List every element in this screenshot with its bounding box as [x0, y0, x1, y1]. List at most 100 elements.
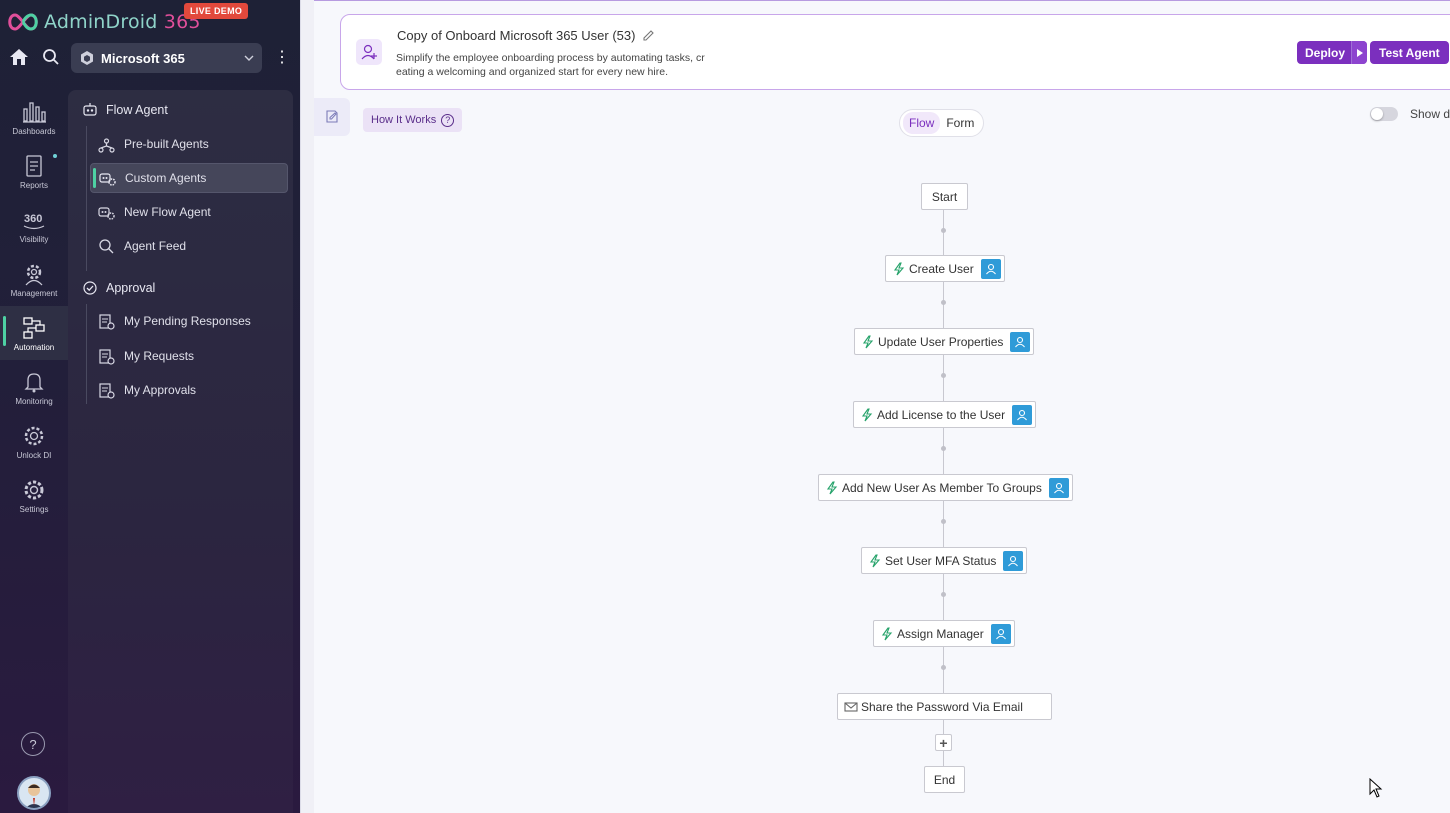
tree-line — [86, 126, 87, 271]
sidebar-item-agent-feed[interactable]: Agent Feed — [90, 231, 288, 261]
nav-monitoring[interactable]: Monitoring — [0, 360, 68, 414]
add-step-button[interactable]: + — [935, 734, 952, 751]
tab-flow[interactable]: Flow — [903, 112, 941, 134]
lightning-icon — [869, 553, 881, 567]
connector-dot — [941, 300, 946, 305]
agent-header-card: Copy of Onboard Microsoft 365 User (53) … — [340, 14, 1450, 90]
tenant-name: Microsoft 365 — [101, 50, 185, 66]
brand-name: AdminDroid 365 — [44, 11, 201, 33]
connector-dot — [941, 592, 946, 597]
robot-add-icon — [98, 206, 115, 220]
unlock-icon — [24, 426, 44, 445]
flow-step-assign-manager[interactable]: Assign Manager — [873, 620, 1015, 647]
edit-note-icon — [326, 110, 338, 123]
more-options-icon[interactable]: ⋮ — [274, 49, 290, 67]
play-icon[interactable] — [1351, 41, 1368, 64]
nav-automation[interactable]: Automation — [0, 306, 68, 360]
rail-divider — [300, 0, 314, 813]
nav-reports[interactable]: Reports — [0, 144, 68, 198]
tab-form[interactable]: Form — [940, 112, 980, 134]
left-navigation: AdminDroid 365 LIVE DEMO Microsoft 365 ⋮… — [0, 0, 300, 813]
deploy-button[interactable]: Deploy — [1297, 41, 1368, 64]
agent-description: Simplify the employee onboarding process… — [396, 52, 705, 78]
show-details-toggle[interactable]: Show d — [1370, 107, 1450, 121]
pending-doc-icon — [99, 313, 115, 330]
lightning-icon — [893, 261, 905, 275]
360-visibility-icon: 360 — [23, 213, 45, 229]
flow-step-add-to-groups[interactable]: Add New User As Member To Groups — [818, 474, 1073, 501]
lightning-icon — [881, 626, 893, 640]
flow-start-node[interactable]: Start — [921, 183, 968, 210]
search-icon[interactable] — [40, 46, 62, 68]
approver-user-icon[interactable] — [1012, 404, 1033, 425]
user-avatar-icon — [25, 784, 43, 808]
robot-gear-icon — [99, 172, 116, 186]
tenant-selector[interactable]: Microsoft 365 — [71, 43, 262, 73]
approver-user-icon[interactable] — [990, 623, 1011, 644]
sidebar-item-new-flow-agent[interactable]: New Flow Agent — [90, 197, 288, 227]
lightning-icon — [861, 407, 873, 421]
agent-title: Copy of Onboard Microsoft 365 User (53) — [397, 28, 655, 43]
nav-settings[interactable]: Settings — [0, 468, 68, 522]
connector-dot — [941, 228, 946, 233]
nav-dashboards[interactable]: Dashboards — [0, 90, 68, 144]
svg-text:360: 360 — [24, 213, 42, 225]
toggle-switch[interactable] — [1370, 107, 1398, 121]
question-icon: ? — [441, 113, 455, 127]
check-circle-icon — [83, 281, 97, 295]
automation-icon — [23, 316, 45, 339]
sidebar-item-my-pending-responses[interactable]: My Pending Responses — [90, 306, 288, 336]
avatar[interactable] — [17, 776, 51, 810]
approver-user-icon[interactable] — [1010, 331, 1031, 352]
top-icons — [8, 46, 62, 68]
how-it-works-button[interactable]: How It Works ? — [363, 108, 463, 132]
top-border — [314, 0, 1450, 1]
infinity-logo-icon — [8, 13, 38, 31]
approver-user-icon[interactable] — [1048, 477, 1069, 498]
live-demo-badge: LIVE DEMO — [184, 3, 249, 19]
nav-visibility[interactable]: 360 Visibility — [0, 198, 68, 252]
notification-dot — [53, 154, 57, 158]
notes-button[interactable] — [314, 98, 350, 136]
flow-step-create-user[interactable]: Create User — [885, 255, 1005, 282]
sidebar-item-my-requests[interactable]: My Requests — [90, 341, 288, 371]
brand-logo[interactable]: AdminDroid 365 — [6, 8, 201, 36]
nav-unlock-di[interactable]: Unlock DI — [0, 414, 68, 468]
sidebar-item-my-approvals[interactable]: My Approvals — [90, 375, 288, 405]
settings-gear-icon — [24, 480, 44, 499]
connector-dot — [941, 519, 946, 524]
sidebar-item-custom-agents[interactable]: Custom Agents — [90, 163, 288, 193]
connector-dot — [941, 665, 946, 670]
home-icon[interactable] — [8, 46, 30, 68]
view-toggle: Flow Form — [899, 109, 985, 137]
nav-management[interactable]: Management — [0, 252, 68, 306]
edit-pencil-icon[interactable] — [643, 30, 655, 41]
robot-icon — [83, 103, 97, 116]
connector-dot — [941, 446, 946, 451]
agent-editor: Copy of Onboard Microsoft 365 User (53) … — [314, 0, 1450, 813]
reports-icon — [26, 154, 42, 177]
lightning-icon — [826, 480, 838, 494]
primary-nav: Dashboards Reports 360 Visibility Manage… — [0, 90, 68, 522]
flow-step-set-mfa-status[interactable]: Set User MFA Status — [861, 547, 1028, 574]
flow-end-node[interactable]: End — [924, 766, 965, 793]
section-flow-agent[interactable]: Flow Agent — [82, 102, 168, 118]
section-approval[interactable]: Approval — [82, 280, 155, 296]
search-icon — [99, 238, 114, 253]
test-agent-button[interactable]: Test Agent — [1370, 41, 1449, 64]
flow-step-share-password-email[interactable]: Share the Password Via Email — [837, 693, 1052, 720]
mouse-cursor-icon — [1369, 778, 1383, 798]
dashboard-icon — [23, 101, 46, 123]
flow-step-update-user-properties[interactable]: Update User Properties — [854, 328, 1035, 355]
approver-user-icon[interactable] — [1003, 550, 1024, 571]
m365-logo-icon — [81, 51, 93, 65]
help-icon[interactable]: ? — [21, 732, 45, 756]
approver-user-icon[interactable] — [980, 258, 1001, 279]
flow-step-add-license[interactable]: Add License to the User — [853, 401, 1037, 428]
network-icon — [98, 137, 115, 153]
request-doc-icon — [99, 348, 115, 365]
monitoring-bell-icon — [24, 372, 44, 392]
automation-submenu: Flow Agent Pre-built Agents Custom Agent… — [68, 90, 293, 813]
sidebar-item-prebuilt-agents[interactable]: Pre-built Agents — [90, 129, 288, 159]
add-user-icon — [356, 39, 382, 65]
